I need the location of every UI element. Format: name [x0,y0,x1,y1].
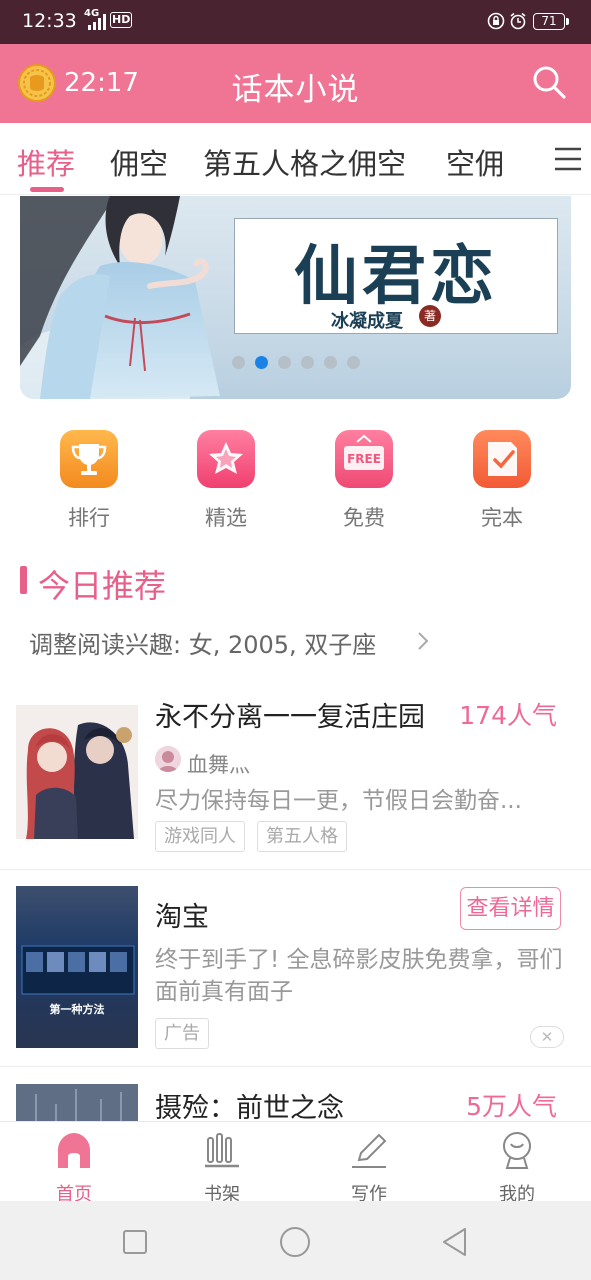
banner-title-card: 仙君恋 冰凝成夏 著 [234,218,558,334]
ad-title[interactable]: 淘宝 [155,895,209,934]
signal-icon [88,14,106,30]
banner-dot-active[interactable] [255,356,268,369]
book-title[interactable]: 永不分离一一复活庄园 [155,695,425,734]
category-tabs: 推荐 佣空 第五人格之佣空 空佣 ? [0,123,591,195]
banner-dot[interactable] [301,356,314,369]
home-circle-icon[interactable] [278,1225,312,1259]
tab-identity-v-yongkong[interactable]: 第五人格之佣空 [203,141,406,183]
ad-description: 终于到手了! 全息碎影皮肤免费拿，哥们面前真有面子 [155,947,563,1005]
section-marker [20,566,27,594]
tab-recommend[interactable]: 推荐 [17,141,75,183]
banner-title: 仙君恋 [294,239,498,314]
book-cover[interactable] [16,705,138,839]
ranking-label: 排行 [68,506,110,530]
ranking-shortcut[interactable]: 排行 [34,430,144,532]
featured-banner[interactable]: 仙君恋 冰凝成夏 著 [20,196,571,399]
tab-menu-icon[interactable] [553,145,583,173]
section-title: 今日推荐 [38,567,167,605]
free-label: 免费 [343,506,385,530]
nav-write[interactable]: 写作 [329,1130,409,1206]
book-popularity: 5万人气 [466,1092,557,1121]
nav-home[interactable]: 首页 [34,1130,114,1206]
book-cover[interactable] [16,1084,138,1121]
ad-list-item[interactable]: 第一种方法 淘宝 查看详情 终于到手了! 全息碎影皮肤免费拿，哥们面前真有面子 … [0,871,591,1067]
category-shortcuts: 排行 精选 FREE 免费 完本 [0,430,591,540]
hd-badge: HD [110,12,133,28]
completed-label: 完本 [481,506,523,530]
view-details-button[interactable]: 查看详情 [460,887,561,930]
banner-dot[interactable] [278,356,291,369]
reading-interest-link[interactable]: 调整阅读兴趣: 女, 2005, 双子座 [29,625,376,660]
banner-dot[interactable] [347,356,360,369]
search-icon[interactable] [531,64,567,100]
ad-cover[interactable]: 第一种方法 [16,886,138,1048]
pencil-icon [352,1133,387,1168]
trophy-icon [60,430,118,488]
nav-bookshelf[interactable]: 书架 [182,1130,262,1206]
free-shortcut[interactable]: FREE 免费 [309,430,419,532]
bookshelf-icon [205,1133,239,1168]
ad-cover-caption: 第一种方法 [49,1003,105,1016]
completed-shortcut[interactable]: 完本 [447,430,557,532]
battery-indicator: 71 [533,13,569,30]
book-author[interactable]: 血舞灬 [187,749,250,779]
tab-kongyong[interactable]: 空佣 [446,141,504,183]
book-list-item[interactable]: 永不分离一一复活庄园 174人气 血舞灬 尽力保持每日一更，节假日会勤奋... … [0,683,591,870]
featured-shortcut[interactable]: 精选 [171,430,281,532]
status-time: 12:33 [22,10,77,32]
recent-apps-icon[interactable] [118,1225,152,1259]
book-title[interactable]: 摄殓：前世之念 [155,1086,344,1121]
author-seal: 著 [419,305,441,327]
author-avatar[interactable] [155,746,181,772]
star-icon [197,430,255,488]
status-bar: 12:33 4G HD 71 [0,0,591,44]
featured-label: 精选 [205,506,247,530]
book-list-item[interactable]: 摄殓：前世之念 5万人气 [0,1068,591,1121]
ad-tag: 广告 [155,1018,209,1049]
system-navigation [0,1201,591,1280]
app-header: 22:17 话本小说 [0,44,591,123]
book-tag[interactable]: 游戏同人 [155,821,245,852]
chevron-right-icon[interactable] [415,630,431,652]
check-note-icon [473,430,531,488]
book-tag[interactable]: 第五人格 [257,821,347,852]
home-icon [58,1133,90,1168]
banner-author: 冰凝成夏 [331,311,403,332]
svg-text:FREE: FREE [347,452,381,466]
lock-rotation-icon [487,12,505,30]
nav-profile[interactable]: 我的 [477,1130,557,1206]
close-ad-button[interactable]: ✕ [530,1026,564,1048]
bottom-navigation: 首页 书架 写作 我的 [0,1121,591,1205]
alarm-icon [510,12,526,30]
tab-yongkong[interactable]: 佣空 [110,141,168,183]
banner-dot[interactable] [232,356,245,369]
back-icon[interactable] [438,1225,472,1259]
active-tab-indicator [30,187,64,192]
book-popularity: 174人气 [459,701,557,730]
banner-pagination [232,356,360,369]
app-title: 话本小说 [231,72,360,108]
profile-icon [503,1132,531,1169]
free-icon: FREE [335,430,393,488]
book-description: 尽力保持每日一更，节假日会勤奋... [155,788,522,814]
banner-dot[interactable] [324,356,337,369]
